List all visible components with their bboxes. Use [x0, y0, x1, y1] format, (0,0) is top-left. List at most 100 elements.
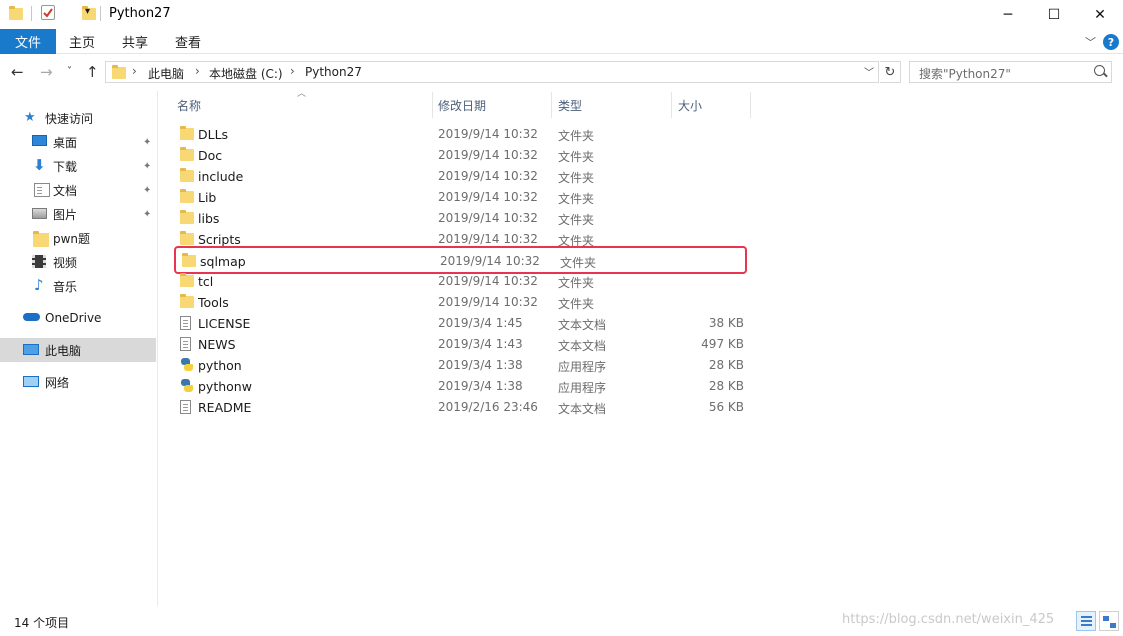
- sidebar-item-quick-access[interactable]: ★ 快速访问: [0, 106, 156, 130]
- address-dropdown-icon[interactable]: ﹀: [864, 64, 874, 79]
- quick-access-dropdown-icon[interactable]: ▾: [85, 6, 90, 24]
- sort-ascending-icon: ︿: [297, 89, 307, 99]
- text-file-icon: [180, 337, 191, 351]
- search-icon[interactable]: [1094, 65, 1105, 76]
- pin-icon[interactable]: ✦: [143, 185, 151, 196]
- folder-icon[interactable]: [9, 6, 23, 20]
- navigation-pane: ★ 快速访问 桌面 ✦ ⬇ 下载 ✦ 文档 ✦ 图片 ✦ pwn题 视频 ♪ 音…: [0, 91, 158, 606]
- window-title: Python27: [109, 6, 171, 21]
- file-row-include[interactable]: include 2019/9/14 10:32 文件夹: [172, 166, 748, 187]
- column-header-name[interactable]: 名称: [177, 92, 201, 118]
- sidebar-item-label: 视频: [53, 255, 78, 270]
- file-type: 应用程序: [558, 360, 607, 374]
- file-type: 文件夹: [558, 129, 595, 143]
- file-row-lib[interactable]: Lib 2019/9/14 10:32 文件夹: [172, 187, 748, 208]
- up-arrow-icon[interactable]: ↑: [86, 63, 99, 81]
- properties-icon[interactable]: [41, 5, 55, 20]
- tab-home[interactable]: 主页: [69, 29, 95, 54]
- sidebar-item-pictures[interactable]: 图片 ✦: [0, 202, 156, 226]
- minimize-button[interactable]: ─: [985, 0, 1031, 29]
- file-row-license[interactable]: LICENSE 2019/3/4 1:45 文本文档 38 KB: [172, 313, 748, 334]
- breadcrumb-this-pc[interactable]: 此电脑: [148, 65, 184, 82]
- file-row-dlls[interactable]: DLLs 2019/9/14 10:32 文件夹: [172, 124, 748, 145]
- file-row-python[interactable]: python 2019/3/4 1:38 应用程序 28 KB: [172, 355, 748, 376]
- expand-ribbon-icon[interactable]: ﹀: [1085, 34, 1096, 50]
- pin-icon[interactable]: ✦: [143, 137, 151, 148]
- large-icons-view-icon-tile: [1110, 623, 1116, 628]
- maximize-button[interactable]: ☐: [1031, 0, 1077, 29]
- sidebar-item-this-pc[interactable]: 此电脑: [0, 338, 156, 362]
- details-view-icon: [1081, 616, 1092, 618]
- folder-icon: [33, 231, 49, 247]
- forward-arrow-icon[interactable]: →: [40, 63, 53, 81]
- tab-view[interactable]: 查看: [175, 29, 201, 54]
- sidebar-item-pwn[interactable]: pwn题: [0, 226, 156, 250]
- python-icon: [180, 358, 193, 371]
- details-view-button[interactable]: [1076, 611, 1096, 631]
- text-file-icon: [180, 316, 191, 330]
- sidebar-item-downloads[interactable]: ⬇ 下载 ✦: [0, 154, 156, 178]
- item-count: 14 个项目: [14, 616, 70, 630]
- close-button[interactable]: ✕: [1077, 0, 1123, 29]
- sidebar-item-label: 快速访问: [45, 111, 94, 126]
- sidebar-item-music[interactable]: ♪ 音乐: [0, 274, 156, 298]
- refresh-button[interactable]: ↻: [880, 61, 901, 83]
- column-header-size[interactable]: 大小: [678, 92, 702, 118]
- refresh-icon: ↻: [884, 64, 896, 80]
- file-type: 文件夹: [558, 150, 595, 164]
- column-header-type[interactable]: 类型: [558, 92, 582, 118]
- file-row-pythonw[interactable]: pythonw 2019/3/4 1:38 应用程序 28 KB: [172, 376, 748, 397]
- large-icons-view-button[interactable]: [1099, 611, 1119, 631]
- file-row-libs[interactable]: libs 2019/9/14 10:32 文件夹: [172, 208, 748, 229]
- file-row-readme[interactable]: README 2019/2/16 23:46 文本文档 56 KB: [172, 397, 748, 418]
- file-date: 2019/9/14 10:32: [438, 190, 538, 204]
- file-row-sqlmap[interactable]: sqlmap 2019/9/14 10:32 文件夹: [174, 246, 747, 274]
- sidebar-item-onedrive[interactable]: OneDrive: [0, 306, 156, 330]
- column-divider[interactable]: [671, 92, 672, 118]
- sidebar-item-label: 下载: [53, 159, 78, 174]
- file-name: Scripts: [198, 232, 241, 247]
- sidebar-item-documents[interactable]: 文档 ✦: [0, 178, 156, 202]
- sidebar-item-label: 文档: [53, 183, 78, 198]
- pin-icon[interactable]: ✦: [143, 209, 151, 220]
- tab-share[interactable]: 共享: [122, 29, 148, 54]
- file-name: Tools: [198, 295, 229, 310]
- sidebar-item-network[interactable]: 网络: [0, 370, 156, 394]
- file-date: 2019/9/14 10:32: [438, 127, 538, 141]
- sidebar-item-label: pwn题: [53, 231, 91, 246]
- breadcrumb-python27[interactable]: Python27: [305, 65, 362, 79]
- file-size: 497 KB: [701, 337, 744, 351]
- network-icon: [23, 376, 39, 387]
- tab-file[interactable]: 文件: [0, 29, 56, 54]
- file-row-tools[interactable]: Tools 2019/9/14 10:32 文件夹: [172, 292, 748, 313]
- file-size: 28 KB: [708, 379, 744, 393]
- file-name: tcl: [198, 274, 214, 289]
- file-row-news[interactable]: NEWS 2019/3/4 1:43 文本文档 497 KB: [172, 334, 748, 355]
- file-name: sqlmap: [200, 254, 246, 269]
- column-divider[interactable]: [432, 92, 433, 118]
- sidebar-item-desktop[interactable]: 桌面 ✦: [0, 130, 156, 154]
- column-divider[interactable]: [551, 92, 552, 118]
- column-header-date[interactable]: 修改日期: [438, 92, 486, 118]
- pictures-icon: [32, 208, 47, 219]
- file-type: 文件夹: [558, 171, 595, 185]
- column-divider[interactable]: [750, 92, 751, 118]
- search-placeholder: 搜索"Python27": [919, 67, 1011, 81]
- folder-icon: [180, 168, 194, 182]
- file-row-doc[interactable]: Doc 2019/9/14 10:32 文件夹: [172, 145, 748, 166]
- file-row-tcl[interactable]: tcl 2019/9/14 10:32 文件夹: [172, 271, 748, 292]
- pin-icon[interactable]: ✦: [143, 161, 151, 172]
- folder-icon: [180, 126, 194, 140]
- sidebar-item-videos[interactable]: 视频: [0, 250, 156, 274]
- search-input[interactable]: 搜索"Python27": [909, 61, 1112, 83]
- large-icons-view-icon: [1103, 616, 1109, 621]
- recent-locations-icon[interactable]: ˅: [67, 66, 72, 77]
- breadcrumb-local-disk[interactable]: 本地磁盘 (C:): [209, 65, 283, 82]
- download-icon: ⬇: [33, 156, 46, 174]
- folder-icon: [180, 273, 194, 287]
- folder-icon: [180, 294, 194, 308]
- address-bar[interactable]: › 此电脑 › 本地磁盘 (C:) › Python27: [105, 61, 879, 83]
- back-arrow-icon[interactable]: ←: [11, 63, 24, 81]
- help-icon[interactable]: ?: [1103, 34, 1119, 50]
- details-view-icon-line: [1081, 624, 1092, 626]
